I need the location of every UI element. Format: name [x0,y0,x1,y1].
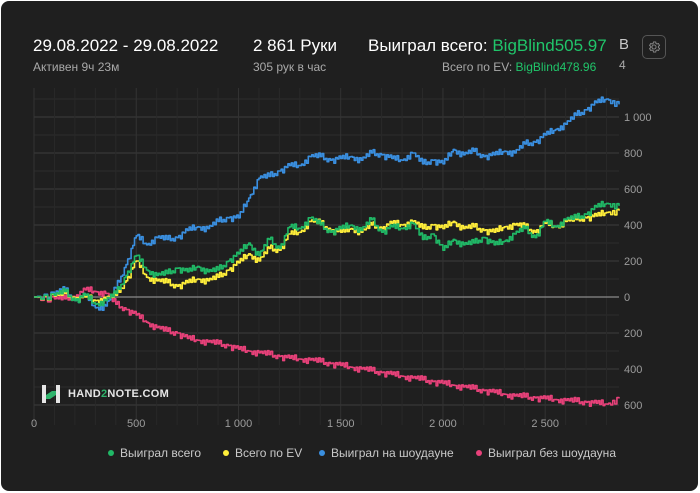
legend-item-ev-total[interactable]: Всего по EV [223,446,302,460]
y-tick-label: 1 000 [624,112,652,124]
x-tick-label: 2 000 [429,418,457,430]
y-tick-label: 0 [624,292,630,304]
series-line-won-total [34,200,620,307]
y-tick-label: 200 [624,328,642,340]
hand2note-logo-icon [42,385,60,403]
legend-dot-icon [223,450,229,456]
x-tick-label: 1 000 [225,418,253,430]
y-tick-label: 200 [624,256,642,268]
y-tick-label: 800 [624,148,642,160]
y-tick-label: 600 [624,400,642,412]
legend-dot-icon [476,450,482,456]
chart-series [34,96,620,407]
x-tick-label: 500 [127,418,145,430]
legend-item-non-showdown[interactable]: Выиграл без шоудауна [476,446,616,460]
y-tick-label: 400 [624,364,642,376]
legend-label: Выиграл на шоудауне [331,446,454,460]
y-tick-label: 600 [624,184,642,196]
legend-label: Выиграл без шоудауна [488,446,616,460]
watermark-text: HAND2NOTE.COM [68,388,170,400]
legend-dot-icon [108,450,114,456]
legend-item-showdown[interactable]: Выиграл на шоудауне [319,446,454,460]
x-tick-label: 2 500 [531,418,559,430]
x-tick-label: 1 500 [327,418,355,430]
legend-label: Всего по EV [235,446,303,460]
legend-dot-icon [319,450,325,456]
y-tick-label: 400 [624,220,642,232]
line-chart: 1 000 800 600 400 200 0 200 400 600 0 500 1 000 1 50… [31,88,652,430]
x-tick-label: 0 [31,418,37,430]
chart-grid [33,88,619,425]
legend-label: Выиграл всего [120,446,202,460]
hand2note-watermark: HAND2NOTE.COM [40,383,169,405]
series-line-ev-total [34,208,620,304]
series-line-showdown [34,96,620,311]
legend-item-won-total[interactable]: Выиграл всего [108,446,201,460]
